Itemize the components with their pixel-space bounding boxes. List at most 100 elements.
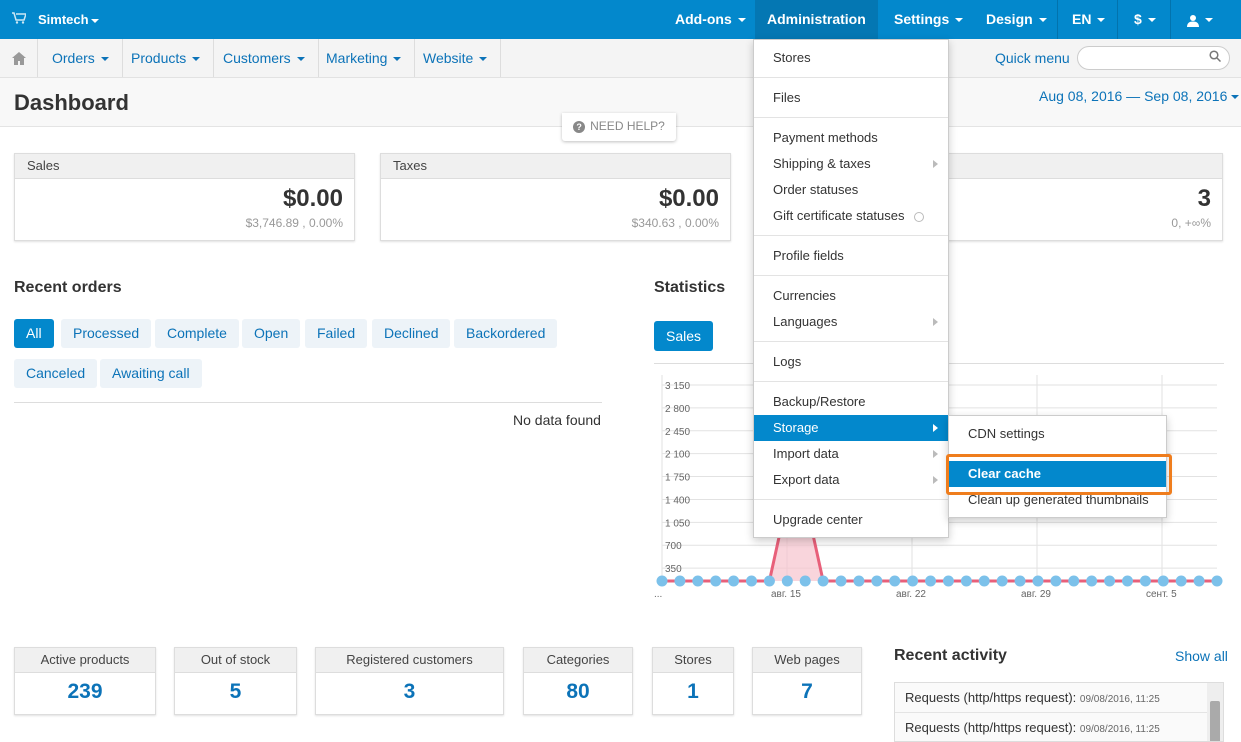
nav-addons[interactable]: Add-ons bbox=[663, 0, 758, 39]
menu-item-payment-methods[interactable]: Payment methods bbox=[754, 125, 948, 151]
store-name: Simtech bbox=[38, 12, 89, 27]
chevron-right-icon bbox=[933, 160, 938, 168]
data-point bbox=[907, 575, 919, 587]
nav-settings[interactable]: Settings bbox=[882, 0, 975, 39]
data-point bbox=[889, 575, 901, 587]
filter-open[interactable]: Open bbox=[242, 319, 301, 348]
y-tick-label: 700 bbox=[665, 541, 682, 552]
data-point bbox=[1086, 575, 1098, 587]
stat-value[interactable]: 7 bbox=[753, 673, 861, 711]
stat-out-of-stock: Out of stock 5 bbox=[174, 647, 297, 715]
quick-menu-link[interactable]: Quick menu bbox=[995, 50, 1070, 66]
stat-value[interactable]: 5 bbox=[175, 673, 296, 711]
home-icon[interactable] bbox=[0, 39, 38, 77]
menu-item-stores[interactable]: Stores bbox=[754, 45, 948, 71]
tab-sales[interactable]: Sales bbox=[654, 321, 714, 351]
question-icon: ? bbox=[573, 121, 586, 133]
y-tick-label: 350 bbox=[665, 564, 682, 575]
stat-value[interactable]: 80 bbox=[524, 673, 632, 711]
nav-administration[interactable]: Administration bbox=[755, 0, 878, 61]
filter-awaiting-call[interactable]: Awaiting call bbox=[100, 359, 202, 388]
user-menu[interactable] bbox=[1175, 0, 1225, 39]
data-point bbox=[674, 575, 686, 587]
filter-canceled[interactable]: Canceled bbox=[14, 359, 98, 388]
data-point bbox=[1211, 575, 1223, 587]
chevron-down-icon bbox=[737, 18, 746, 23]
stat-value[interactable]: 3 bbox=[316, 673, 503, 711]
menu-item-profile-fields[interactable]: Profile fields bbox=[754, 243, 948, 269]
date-range-picker[interactable]: Aug 08, 2016 — Sep 08, 2016 bbox=[1039, 88, 1240, 104]
menu-item-export-data[interactable]: Export data bbox=[754, 467, 948, 493]
y-tick-label: 1 750 bbox=[665, 473, 690, 484]
stat-value[interactable]: 239 bbox=[15, 673, 155, 711]
chevron-down-icon bbox=[296, 57, 305, 62]
menu-item-currencies[interactable]: Currencies bbox=[754, 283, 948, 309]
data-point bbox=[763, 575, 775, 587]
data-point bbox=[1068, 575, 1080, 587]
chevron-down-icon bbox=[90, 18, 99, 23]
data-point bbox=[1032, 575, 1044, 587]
stat-label: Out of stock bbox=[175, 648, 296, 673]
date-range-label: Aug 08, 2016 — Sep 08, 2016 bbox=[1039, 88, 1228, 104]
stat-label: Stores bbox=[653, 648, 733, 673]
currency-selector[interactable]: $ bbox=[1122, 0, 1168, 39]
card-title: Sales bbox=[15, 154, 354, 179]
scrollbar-thumb[interactable] bbox=[1210, 701, 1220, 741]
chevron-down-icon bbox=[1097, 18, 1106, 23]
filter-complete[interactable]: Complete bbox=[155, 319, 239, 348]
show-all-link[interactable]: Show all bbox=[1175, 648, 1228, 664]
divider bbox=[754, 235, 948, 236]
search-input[interactable] bbox=[1077, 46, 1230, 70]
menu-item-cdn-settings[interactable]: CDN settings bbox=[949, 421, 1166, 447]
language-selector[interactable]: EN bbox=[1060, 0, 1117, 39]
menu-item-label: Upgrade center bbox=[773, 512, 863, 527]
menu-item-gift-certificate-statuses[interactable]: Gift certificate statuses bbox=[754, 203, 948, 229]
data-point bbox=[853, 575, 865, 587]
divider bbox=[754, 275, 948, 276]
chevron-down-icon bbox=[1038, 18, 1047, 23]
data-point bbox=[1139, 575, 1151, 587]
menu-item-languages[interactable]: Languages bbox=[754, 309, 948, 335]
menu-item-order-statuses[interactable]: Order statuses bbox=[754, 177, 948, 203]
highlight-frame bbox=[946, 454, 1172, 495]
store-switcher[interactable]: Simtech bbox=[12, 0, 99, 39]
nav-customers[interactable]: Customers bbox=[210, 39, 319, 77]
menu-item-logs[interactable]: Logs bbox=[754, 349, 948, 375]
menu-item-backup-restore[interactable]: Backup/Restore bbox=[754, 389, 948, 415]
chevron-down-icon bbox=[479, 57, 488, 62]
top-navbar: Simtech Add-ons Administration Settings … bbox=[0, 0, 1241, 61]
filter-declined[interactable]: Declined bbox=[372, 319, 451, 348]
nav-products-label: Products bbox=[131, 50, 187, 66]
statistics-title: Statistics bbox=[654, 279, 726, 296]
need-help-button[interactable]: ? NEED HELP? bbox=[562, 113, 676, 141]
data-point bbox=[978, 575, 990, 587]
y-tick-label: 1 400 bbox=[665, 495, 690, 506]
menu-item-label: Payment methods bbox=[773, 130, 878, 145]
divider bbox=[754, 499, 948, 500]
list-item: Requests (http/https request): 09/08/201… bbox=[895, 683, 1223, 713]
menu-item-label: Logs bbox=[773, 354, 802, 369]
divider bbox=[754, 381, 948, 382]
filter-failed[interactable]: Failed bbox=[305, 319, 368, 348]
filter-processed[interactable]: Processed bbox=[61, 319, 152, 348]
search-icon[interactable] bbox=[1209, 50, 1222, 65]
menu-item-label: Import data bbox=[773, 446, 839, 461]
data-point bbox=[925, 575, 937, 587]
menu-item-storage[interactable]: Storage bbox=[754, 415, 948, 441]
menu-item-import-data[interactable]: Import data bbox=[754, 441, 948, 467]
stat-value[interactable]: 1 bbox=[653, 673, 733, 711]
chevron-right-icon bbox=[933, 318, 938, 326]
nav-marketing-label: Marketing bbox=[326, 50, 388, 66]
nav-orders[interactable]: Orders bbox=[39, 39, 123, 77]
scrollbar[interactable] bbox=[1207, 683, 1223, 741]
nav-marketing[interactable]: Marketing bbox=[313, 39, 416, 77]
menu-item-shipping-taxes[interactable]: Shipping & taxes bbox=[754, 151, 948, 177]
nav-products[interactable]: Products bbox=[118, 39, 215, 77]
stat-label: Registered customers bbox=[316, 648, 503, 673]
menu-item-files[interactable]: Files bbox=[754, 85, 948, 111]
filter-all[interactable]: All bbox=[14, 319, 54, 348]
menu-item-upgrade-center[interactable]: Upgrade center bbox=[754, 507, 948, 533]
nav-design[interactable]: Design bbox=[974, 0, 1059, 39]
nav-website[interactable]: Website bbox=[410, 39, 502, 77]
filter-backordered[interactable]: Backordered bbox=[454, 319, 558, 348]
